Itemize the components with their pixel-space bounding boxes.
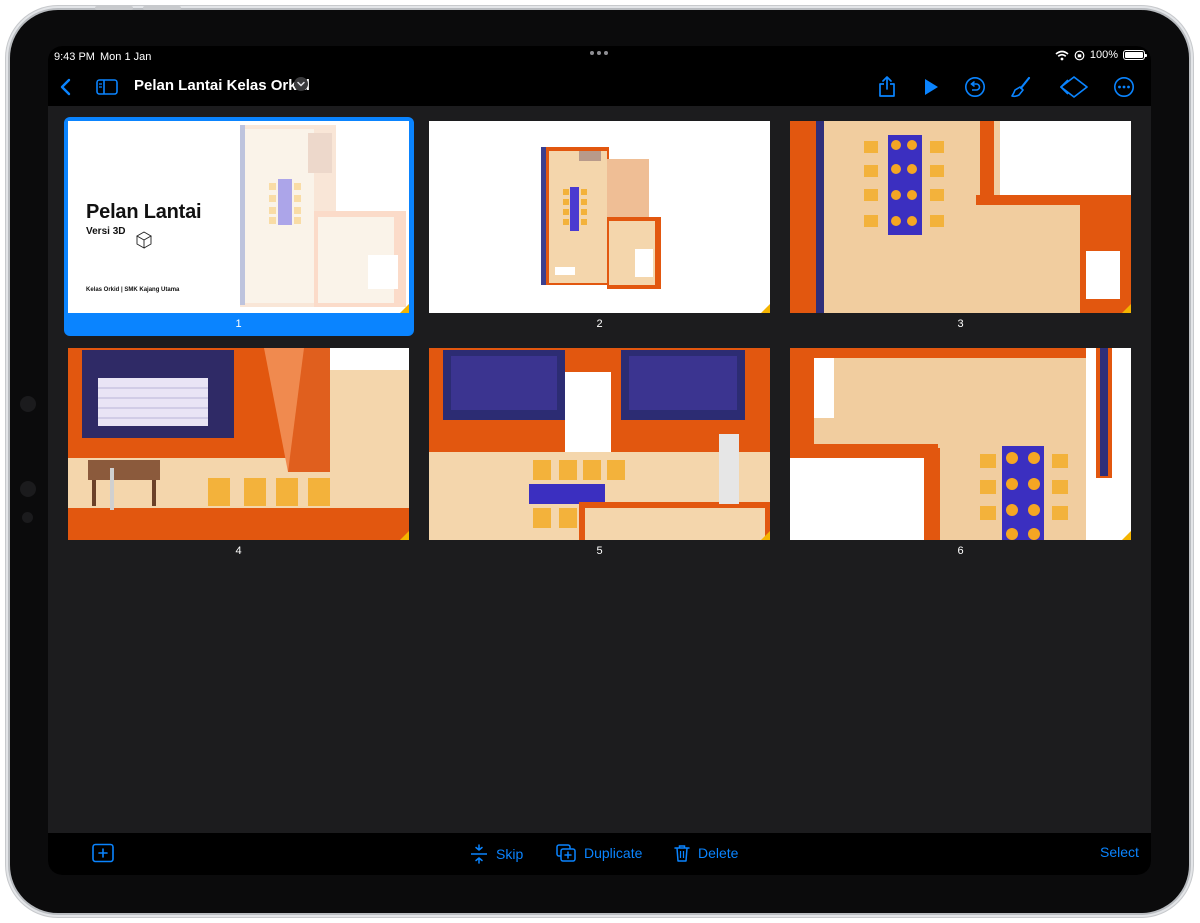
- slide-image-3: [790, 121, 1131, 313]
- slide-title-block: Pelan Lantai Versi 3D: [86, 201, 202, 237]
- volume-button: [143, 6, 181, 10]
- slide-corner-marker: [761, 531, 770, 540]
- camera-icon: [20, 396, 36, 412]
- animate-button[interactable]: [1058, 74, 1090, 100]
- status-time: 9:43 PM: [54, 51, 95, 63]
- slide-thumbnail-4[interactable]: 4: [68, 348, 416, 560]
- slide-thumbnail-5[interactable]: 5: [429, 348, 777, 560]
- battery-icon: [1123, 50, 1147, 60]
- duplicate-label: Duplicate: [584, 845, 643, 861]
- add-slide-button[interactable]: [92, 843, 114, 863]
- select-label: Select: [1100, 844, 1139, 860]
- skip-label: Skip: [496, 846, 524, 862]
- slide-subtitle: Versi 3D: [86, 226, 126, 237]
- skip-button[interactable]: Skip: [470, 844, 523, 864]
- duplicate-icon: [556, 844, 576, 862]
- volume-button: [95, 6, 133, 10]
- screen: 9:43 PM Mon 1 Jan 100% Pelan Lantai Kela…: [48, 46, 1151, 875]
- chevron-down-icon: [297, 81, 305, 87]
- status-right: 100%: [1055, 49, 1147, 61]
- slide-thumbnail-1[interactable]: Pelan Lantai Versi 3D Kelas Orkid | SMK …: [64, 117, 416, 336]
- orientation-lock-icon: [1074, 50, 1085, 60]
- duplicate-button[interactable]: Duplicate: [556, 844, 642, 862]
- slide-number: 4: [235, 545, 242, 557]
- wifi-icon: [1055, 50, 1069, 60]
- format-button[interactable]: [1008, 74, 1034, 100]
- multitasking-dots-icon[interactable]: [590, 51, 610, 57]
- slide-title: Pelan Lantai: [86, 201, 202, 223]
- trash-icon: [674, 845, 690, 862]
- slide-number: 6: [957, 545, 964, 557]
- share-button[interactable]: [874, 74, 900, 100]
- skip-icon: [471, 844, 487, 864]
- document-title[interactable]: Pelan Lantai Kelas Orkid: [134, 77, 310, 94]
- delete-label: Delete: [698, 845, 739, 861]
- status-bar: 9:43 PM Mon 1 Jan 100%: [48, 46, 1151, 68]
- bottom-toolbar: Skip Duplicate Delete Select: [48, 833, 1151, 875]
- slide-image-5: [429, 348, 770, 540]
- slide-corner-marker: [400, 531, 409, 540]
- more-icon: [1114, 77, 1134, 97]
- slide-thumbnail-6[interactable]: 6: [790, 348, 1138, 560]
- slide-image-2: [429, 121, 770, 313]
- slide-thumbnail-2[interactable]: 2: [429, 121, 777, 333]
- battery-percentage: 100%: [1089, 49, 1118, 61]
- title-menu-button[interactable]: [294, 77, 308, 91]
- slide-image-4: [68, 348, 409, 540]
- delete-button[interactable]: Delete: [674, 844, 738, 862]
- slide-image-1: Pelan Lantai Versi 3D Kelas Orkid | SMK …: [68, 121, 409, 313]
- slide-thumbnail-3[interactable]: 3: [790, 121, 1138, 333]
- sidebar-toggle-button[interactable]: [94, 74, 120, 100]
- animate-diamond-icon: [1060, 76, 1088, 98]
- back-button[interactable]: [52, 74, 78, 100]
- sensor-icon: [22, 512, 33, 523]
- add-slide-icon: [92, 843, 114, 863]
- slide-number: 1: [235, 318, 242, 330]
- undo-button[interactable]: [962, 74, 988, 100]
- slide-number: 3: [957, 318, 964, 330]
- slide-corner-marker: [400, 304, 409, 313]
- play-button[interactable]: [918, 74, 944, 100]
- slide-corner-marker: [1122, 304, 1131, 313]
- slide-footer: Kelas Orkid | SMK Kajang Utama: [86, 287, 180, 293]
- slide-grid: Pelan Lantai Versi 3D Kelas Orkid | SMK …: [48, 106, 1151, 833]
- more-button[interactable]: [1111, 74, 1137, 100]
- share-icon: [879, 76, 895, 97]
- sidebar-icon: [96, 79, 118, 95]
- status-date: Mon 1 Jan: [100, 51, 152, 63]
- camera-icon: [20, 481, 36, 497]
- slide-number: 2: [596, 318, 603, 330]
- select-button[interactable]: Select: [1100, 844, 1139, 860]
- chevron-left-icon: [60, 78, 71, 96]
- slide-image-6: [790, 348, 1131, 540]
- slide-number: 5: [596, 545, 603, 557]
- paintbrush-icon: [1011, 76, 1031, 98]
- slide-corner-marker: [761, 304, 770, 313]
- navigation-bar: Pelan Lantai Kelas Orkid: [48, 68, 1151, 106]
- undo-icon: [965, 77, 985, 97]
- play-icon: [925, 79, 938, 95]
- slide-corner-marker: [1122, 531, 1131, 540]
